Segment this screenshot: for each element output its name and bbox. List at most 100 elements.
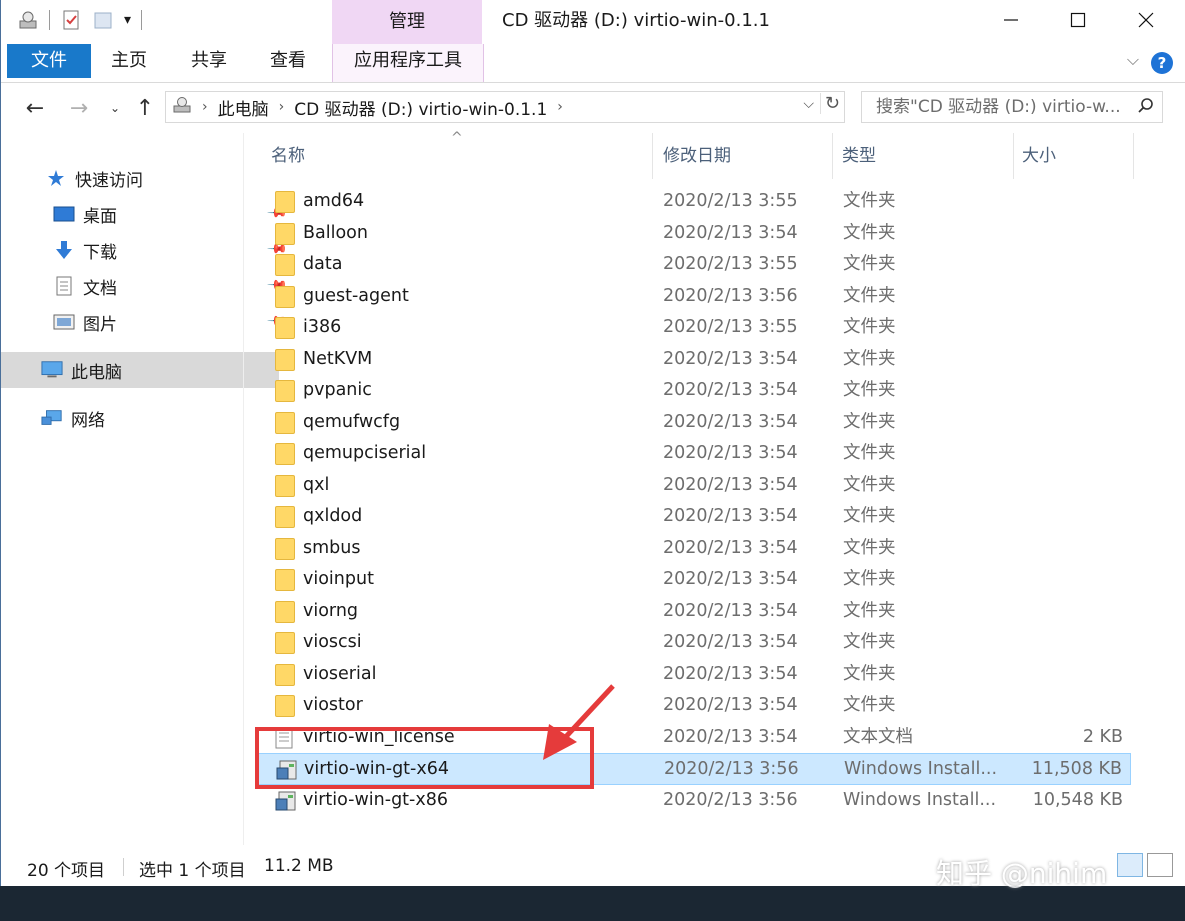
- file-date: 2020/2/13 3:54: [663, 632, 798, 652]
- chevron-down-icon[interactable]: ⌵: [1127, 50, 1139, 70]
- file-row[interactable]: qemufwcfg 2020/2/13 3:54 文件夹: [257, 407, 1131, 439]
- file-row[interactable]: amd64 2020/2/13 3:55 文件夹: [257, 186, 1131, 218]
- file-name: qemupciserial: [303, 443, 427, 463]
- address-bar[interactable]: › 此电脑 › CD 驱动器 (D:) virtio-win-0.1.1 › ⌵…: [165, 91, 845, 123]
- file-row[interactable]: viorng 2020/2/13 3:54 文件夹: [257, 596, 1131, 628]
- file-type: 文件夹: [843, 663, 896, 684]
- column-header-name[interactable]: 名称: [263, 133, 653, 179]
- status-size: 11.2 MB: [264, 856, 334, 876]
- folder-icon: [275, 600, 295, 623]
- file-row[interactable]: guest-agent 2020/2/13 3:56 文件夹: [257, 281, 1131, 313]
- back-arrow-icon[interactable]: ←: [21, 93, 49, 123]
- refresh-icon[interactable]: ↻: [819, 93, 840, 114]
- details-view-icon[interactable]: [1117, 853, 1143, 877]
- nav-quick-access[interactable]: 快速访问: [1, 160, 283, 196]
- recent-locations-icon[interactable]: ⌄: [101, 93, 129, 123]
- tab-home[interactable]: 主页: [99, 44, 159, 78]
- file-row[interactable]: vioserial 2020/2/13 3:54 文件夹: [257, 659, 1131, 691]
- file-row[interactable]: virtio-win-gt-x86 2020/2/13 3:56 Windows I…: [257, 785, 1131, 817]
- status-separator: [123, 858, 124, 876]
- file-row[interactable]: qxl 2020/2/13 3:54 文件夹: [257, 470, 1131, 502]
- file-type: 文件夹: [843, 695, 896, 715]
- up-arrow-icon[interactable]: ↑: [131, 93, 159, 123]
- file-type: 文件夹: [843, 222, 896, 243]
- breadcrumb-separator-icon[interactable]: ›: [202, 99, 208, 115]
- file-name: smbus: [303, 537, 361, 558]
- file-row[interactable]: qxldod 2020/2/13 3:54 文件夹: [257, 501, 1131, 533]
- nav-this-pc[interactable]: 此电脑: [1, 352, 279, 388]
- file-type: Windows Install...: [843, 789, 997, 810]
- file-row[interactable]: NetKVM 2020/2/13 3:54 文件夹: [257, 344, 1131, 376]
- file-name: qxldod: [303, 506, 363, 526]
- column-header-size[interactable]: 大小: [1014, 133, 1134, 179]
- tab-file[interactable]: 文件: [7, 44, 91, 78]
- file-row[interactable]: pvpanic 2020/2/13 3:54 文件夹: [257, 375, 1131, 407]
- file-date: 2020/2/13 3:54: [663, 411, 798, 432]
- search-input[interactable]: 搜索"CD 驱动器 (D:) virtio-w...: [861, 91, 1163, 123]
- file-row[interactable]: vioinput 2020/2/13 3:54 文件夹: [257, 564, 1131, 596]
- breadcrumb-this-pc[interactable]: 此电脑: [218, 95, 269, 120]
- file-row[interactable]: qemupciserial 2020/2/13 3:54 文件夹: [257, 438, 1131, 470]
- folder-icon: [275, 474, 295, 497]
- file-row[interactable]: viostor 2020/2/13 3:54 文件夹: [257, 690, 1131, 722]
- toolbar-separator: [141, 10, 143, 30]
- column-header-type[interactable]: 类型: [834, 133, 1014, 179]
- annotation-arrow-icon: [543, 684, 615, 760]
- file-name: vioinput: [303, 569, 374, 589]
- file-name: i386: [303, 317, 342, 337]
- folder-icon: [275, 537, 295, 560]
- file-size: 2 KB: [1082, 726, 1123, 747]
- star-icon: [45, 168, 67, 188]
- pane-divider[interactable]: [243, 133, 244, 845]
- file-row[interactable]: Balloon 2020/2/13 3:54 文件夹: [257, 218, 1131, 250]
- nav-pictures[interactable]: 图片 📌: [1, 304, 291, 340]
- tab-share[interactable]: 共享: [179, 44, 239, 78]
- customize-toolbar-icon[interactable]: ▾: [124, 12, 131, 28]
- address-dropdown-icon[interactable]: ⌵: [803, 96, 814, 112]
- title-bar: ▾ 管理 CD 驱动器 (D:) virtio-win-0.1.1: [1, 0, 1185, 44]
- file-name: vioserial: [303, 663, 377, 684]
- nav-quick-access-label: 快速访问: [75, 170, 143, 191]
- file-size: 10,548 KB: [1032, 789, 1123, 810]
- breadcrumb-separator-icon[interactable]: ›: [557, 99, 563, 115]
- file-row[interactable]: vioscsi 2020/2/13 3:54 文件夹: [257, 627, 1131, 659]
- nav-documents-label: 文档: [83, 278, 117, 299]
- folder-icon: [275, 506, 295, 528]
- file-row[interactable]: data 2020/2/13 3:55 文件夹: [257, 249, 1131, 281]
- file-list: amd64 2020/2/13 3:55 文件夹 Balloon 2020/2/13 3…: [257, 186, 1131, 816]
- tab-application-tools[interactable]: 应用程序工具: [332, 44, 484, 82]
- file-row[interactable]: i386 2020/2/13 3:55 文件夹: [257, 312, 1131, 344]
- file-type: 文件夹: [843, 443, 896, 463]
- column-header-date[interactable]: 修改日期: [655, 133, 833, 179]
- file-row[interactable]: smbus 2020/2/13 3:54 文件夹: [257, 533, 1131, 565]
- file-name: viorng: [303, 600, 359, 621]
- file-name: qemufwcfg: [303, 411, 401, 432]
- breadcrumb-cd-drive[interactable]: CD 驱动器 (D:) virtio-win-0.1.1: [294, 95, 547, 120]
- maximize-button[interactable]: [1043, 0, 1113, 40]
- forward-arrow-icon[interactable]: →: [65, 93, 93, 123]
- help-icon[interactable]: ?: [1151, 52, 1173, 74]
- search-icon[interactable]: [1138, 92, 1154, 130]
- nav-documents[interactable]: 文档 📌: [1, 268, 291, 304]
- large-icons-view-icon[interactable]: [1147, 853, 1173, 877]
- status-selected: 选中 1 个项目: [139, 861, 246, 881]
- nav-desktop[interactable]: 桌面 📌: [1, 196, 291, 232]
- file-date: 2020/2/13 3:54: [663, 569, 798, 589]
- manage-contextual-tab[interactable]: 管理: [332, 0, 482, 44]
- search-placeholder: 搜索"CD 驱动器 (D:) virtio-w...: [876, 97, 1121, 117]
- nav-downloads[interactable]: 下载 📌: [1, 232, 291, 268]
- properties-icon[interactable]: [60, 9, 82, 31]
- new-folder-icon[interactable]: [92, 9, 114, 31]
- tab-view[interactable]: 查看: [258, 44, 318, 78]
- file-date: 2020/2/13 3:54: [663, 348, 798, 369]
- minimize-button[interactable]: [976, 0, 1046, 40]
- folder-icon: [275, 380, 295, 402]
- file-type: 文件夹: [843, 285, 896, 306]
- file-name: viostor: [303, 695, 363, 715]
- breadcrumb-separator-icon[interactable]: ›: [279, 99, 285, 115]
- file-name: pvpanic: [303, 380, 372, 400]
- nav-network[interactable]: 网络: [1, 400, 279, 436]
- drive-icon[interactable]: [17, 9, 39, 31]
- close-button[interactable]: [1111, 0, 1181, 40]
- file-type: 文件夹: [843, 191, 896, 211]
